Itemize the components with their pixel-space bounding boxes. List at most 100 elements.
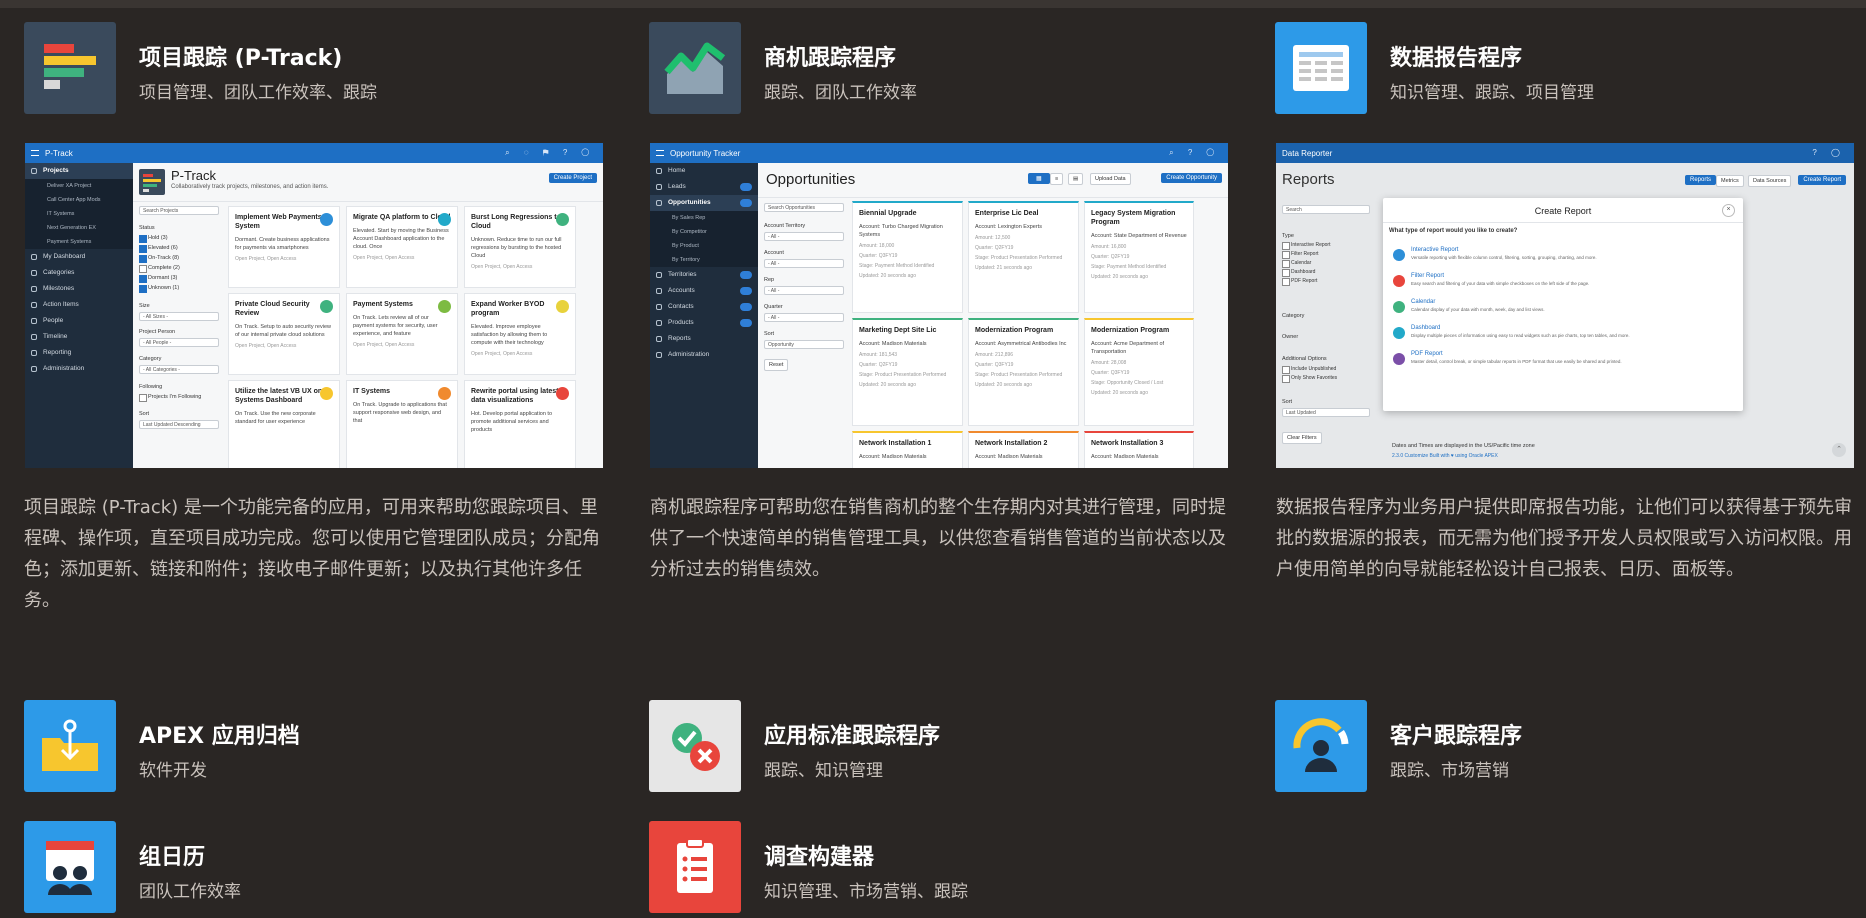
- app-title[interactable]: 应用标准跟踪程序: [764, 718, 940, 750]
- type-checkbox[interactable]: Filter Report: [1282, 251, 1319, 259]
- project-card[interactable]: Private Cloud Security Review On Track. S…: [228, 293, 340, 375]
- search-input[interactable]: Search Opportunities: [764, 203, 844, 212]
- app-card-standards-tracker[interactable]: 应用标准跟踪程序 跟踪、知识管理: [649, 700, 1249, 794]
- nav-item[interactable]: Reporting: [25, 345, 133, 361]
- nav-item[interactable]: Milestones: [25, 281, 133, 297]
- grid-view-icon[interactable]: ▤: [1068, 173, 1084, 185]
- nav-item[interactable]: Accounts: [650, 283, 758, 299]
- type-checkbox[interactable]: Calendar: [1282, 260, 1311, 268]
- nav-item[interactable]: Projects: [25, 163, 133, 179]
- status-checkbox[interactable]: Unknown (1): [139, 285, 179, 293]
- status-checkbox[interactable]: Dormant (3): [139, 275, 177, 283]
- nav-item[interactable]: Reports: [650, 331, 758, 347]
- clear-filters-button[interactable]: Clear Filters: [1282, 432, 1322, 444]
- nav-item[interactable]: Next Generation EX: [25, 221, 133, 235]
- nav-item[interactable]: Administration: [25, 361, 133, 377]
- sort-select[interactable]: Last Updated: [1282, 408, 1370, 417]
- rep-select[interactable]: - All -: [764, 286, 844, 295]
- app-card-opportunity-tracker[interactable]: 商机跟踪程序 跟踪、团队工作效率: [649, 22, 1249, 122]
- create-opportunity-button[interactable]: Create Opportunity: [1161, 173, 1222, 183]
- opportunity-card[interactable]: Legacy System Migration Program Account: …: [1084, 201, 1194, 313]
- app-title[interactable]: 调查构建器: [764, 839, 874, 871]
- type-checkbox[interactable]: Dashboard: [1282, 269, 1315, 277]
- status-checkbox[interactable]: Elevated (6): [139, 245, 178, 253]
- list-view-icon[interactable]: ≡: [1050, 173, 1064, 185]
- nav-item[interactable]: Timeline: [25, 329, 133, 345]
- size-select[interactable]: - All Sizes -: [139, 312, 219, 321]
- app-card-ptrack[interactable]: 项目跟踪 (P-Track) 项目管理、团队工作效率、跟踪: [24, 22, 624, 122]
- nav-item[interactable]: Home: [650, 163, 758, 179]
- nav-item[interactable]: Administration: [650, 347, 758, 363]
- option-checkbox[interactable]: Include Unpublished: [1282, 366, 1336, 374]
- status-checkbox[interactable]: Hold (3): [139, 235, 168, 243]
- report-type-option[interactable]: Calendar Calendar display of your data w…: [1393, 299, 1733, 323]
- report-type-option[interactable]: Interactive Report Versatile reporting w…: [1393, 247, 1733, 271]
- report-type-option[interactable]: Dashboard Display multiple pieces of inf…: [1393, 325, 1733, 349]
- app-card-survey-builder[interactable]: 调查构建器 知识管理、市场营销、跟踪: [649, 821, 1249, 915]
- report-type-option[interactable]: Filter Report Easy search and filtering …: [1393, 273, 1733, 297]
- category-select[interactable]: - All Categories -: [139, 365, 219, 374]
- sort-select[interactable]: Last Updated Descending: [139, 420, 219, 429]
- app-card-customer-tracker[interactable]: 客户跟踪程序 跟踪、市场营销: [1275, 700, 1865, 794]
- nav-item[interactable]: Payment Systems: [25, 235, 133, 249]
- opportunity-tracker-screenshot[interactable]: Opportunity Tracker ⌕ ? ◯ Home Leads Opp…: [650, 143, 1228, 468]
- following-checkbox[interactable]: Projects I'm Following: [139, 394, 201, 402]
- report-type-option[interactable]: PDF Report Master detail, control break,…: [1393, 351, 1733, 375]
- nav-item[interactable]: Categories: [25, 265, 133, 281]
- project-card[interactable]: Migrate QA platform to Cloud Elevated. St…: [346, 206, 458, 288]
- create-project-button[interactable]: Create Project: [548, 173, 597, 183]
- opportunity-card[interactable]: Network Installation 1 Account: Madison M…: [852, 431, 963, 468]
- tab-metrics[interactable]: Metrics: [1716, 175, 1744, 187]
- app-title[interactable]: 项目跟踪 (P-Track): [139, 40, 342, 72]
- sort-select[interactable]: Opportunity: [764, 340, 844, 349]
- app-card-group-calendar[interactable]: 组日历 团队工作效率: [24, 821, 624, 915]
- opportunity-card[interactable]: Network Installation 2 Account: Madison M…: [968, 431, 1079, 468]
- quarter-select[interactable]: - All -: [764, 313, 844, 322]
- opportunity-card[interactable]: Modernization Program Account: Acme Depar…: [1084, 318, 1194, 426]
- status-checkbox[interactable]: On-Track (8): [139, 255, 179, 263]
- search-input[interactable]: Search: [1282, 205, 1370, 214]
- status-checkbox[interactable]: Complete (2): [139, 265, 180, 273]
- nav-item[interactable]: Call Center App Mods: [25, 193, 133, 207]
- nav-item[interactable]: By Competitor: [650, 225, 758, 239]
- nav-item[interactable]: Deliver XA Project: [25, 179, 133, 193]
- option-checkbox[interactable]: Only Show Favorites: [1282, 375, 1337, 383]
- opportunity-card[interactable]: Marketing Dept Site Lic Account: Madison …: [852, 318, 963, 426]
- create-report-button[interactable]: Create Report: [1798, 175, 1846, 185]
- type-checkbox[interactable]: Interactive Report: [1282, 242, 1330, 250]
- account-select[interactable]: - All -: [764, 259, 844, 268]
- project-card[interactable]: Payment Systems On Track. Lets review all…: [346, 293, 458, 375]
- app-title[interactable]: APEX 应用归档: [139, 718, 300, 750]
- scroll-top-icon[interactable]: ⌃: [1832, 443, 1846, 457]
- nav-item[interactable]: Territories: [650, 267, 758, 283]
- search-input[interactable]: Search Projects: [139, 206, 219, 215]
- app-card-data-reporter[interactable]: 数据报告程序 知识管理、跟踪、项目管理: [1275, 22, 1865, 122]
- opportunity-card[interactable]: Enterprise Lic Deal Account: Lexington Ex…: [968, 201, 1079, 313]
- project-card[interactable]: Burst Long Regressions to Cloud Unknown. …: [464, 206, 576, 288]
- app-title[interactable]: 数据报告程序: [1390, 40, 1522, 72]
- type-checkbox[interactable]: PDF Report: [1282, 278, 1317, 286]
- project-card[interactable]: Utilize the latest VB UX on IT Systems D…: [228, 380, 340, 468]
- project-card[interactable]: IT Systems On Track. Upgrade to applicati…: [346, 380, 458, 468]
- tab-reports[interactable]: Reports: [1685, 175, 1717, 185]
- nav-item[interactable]: Action Items: [25, 297, 133, 313]
- person-select[interactable]: - All People -: [139, 338, 219, 347]
- nav-item[interactable]: My Dashboard: [25, 249, 133, 265]
- nav-item[interactable]: IT Systems: [25, 207, 133, 221]
- footer-links[interactable]: 2.3.0 Customize Built with ♥ using Oracl…: [1392, 453, 1498, 459]
- ptrack-screenshot[interactable]: P-Track ⌕ ◌ ⚑ ? ◯ Projects Deliver XA Pr…: [25, 143, 603, 468]
- app-title[interactable]: 组日历: [139, 839, 205, 871]
- opportunity-card[interactable]: Biennial Upgrade Account: Turbo Charged M…: [852, 201, 963, 313]
- project-card[interactable]: Implement Web Payments System Dormant. Cr…: [228, 206, 340, 288]
- reset-button[interactable]: Reset: [764, 359, 789, 371]
- nav-item[interactable]: By Territory: [650, 253, 758, 267]
- nav-item[interactable]: Opportunities: [650, 195, 758, 211]
- app-title[interactable]: 客户跟踪程序: [1390, 718, 1522, 750]
- project-card[interactable]: Expand Worker BYOD program Elevated. Impr…: [464, 293, 576, 375]
- nav-item[interactable]: By Sales Rep: [650, 211, 758, 225]
- close-icon[interactable]: ×: [1722, 204, 1735, 217]
- project-card[interactable]: Rewrite portal using latest data visuali…: [464, 380, 576, 468]
- upload-data-button[interactable]: Upload Data: [1090, 173, 1131, 185]
- app-card-apex-archive[interactable]: APEX 应用归档 软件开发: [24, 700, 624, 794]
- nav-item[interactable]: Products: [650, 315, 758, 331]
